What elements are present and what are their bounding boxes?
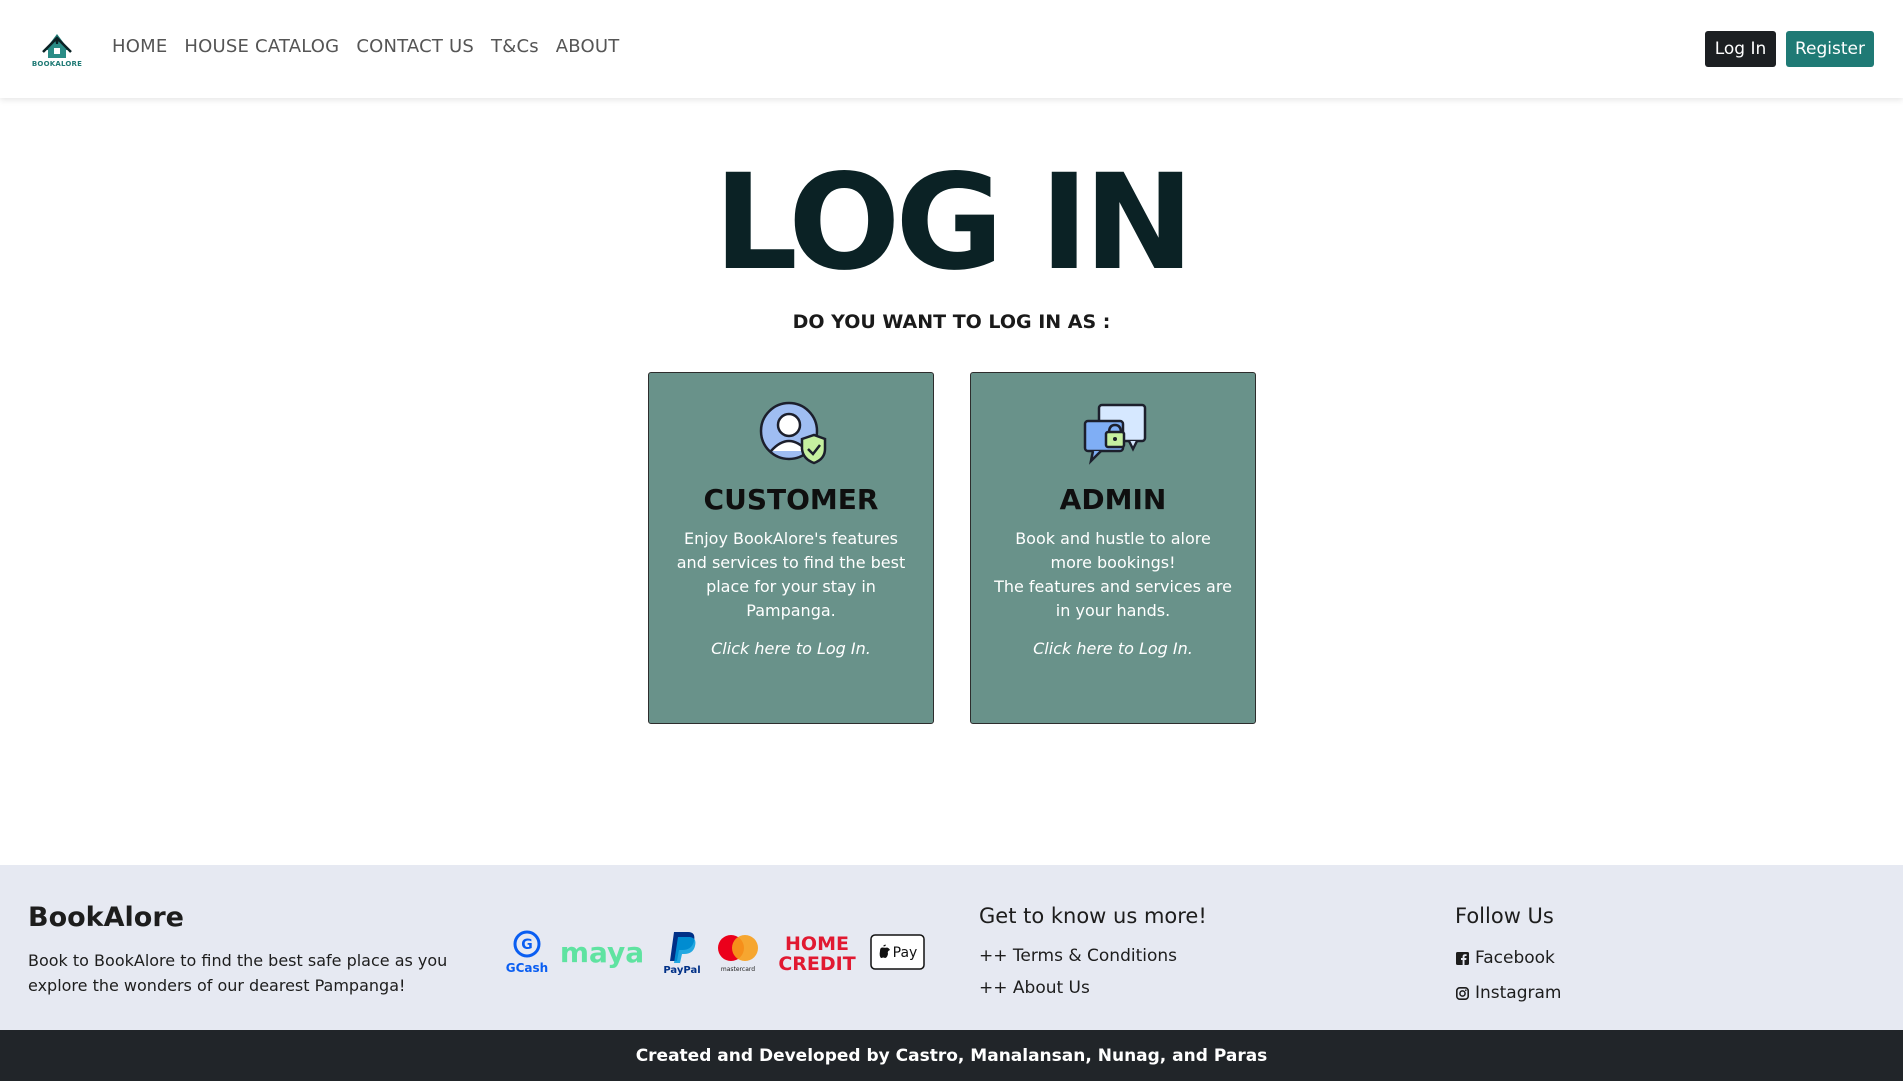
nav-links: HOME HOUSE CATALOG CONTACT US T&Cs ABOUT [112,36,619,57]
applepay-label: Pay [893,945,918,961]
admin-card-title: ADMIN [1059,483,1167,516]
applepay-logo: Pay [870,928,925,976]
chat-lock-icon [1083,403,1147,465]
nav-home[interactable]: HOME [112,36,167,57]
facebook-label: Facebook [1475,948,1555,968]
user-shield-icon [759,401,827,465]
homecredit-icon: HOME CREDIT [778,933,855,975]
footer-about-link[interactable]: ++ About Us [979,978,1090,998]
homecredit-line2: CREDIT [778,953,855,975]
footer-brand: BookAlore [28,902,184,933]
instagram-icon [1456,986,1469,1000]
bookalore-logo[interactable]: BOOKALORE [31,28,83,72]
login-button[interactable]: Log In [1705,31,1776,67]
navbar: BOOKALORE HOME HOUSE CATALOG CONTACT US … [0,0,1903,98]
customer-login-card[interactable]: CUSTOMER Enjoy BookAlore's features and … [648,372,934,724]
homecredit-line1: HOME [785,933,849,955]
maya-logo: maya [559,928,645,976]
homecredit-logo: HOME CREDIT [774,928,860,976]
house-logo-icon [42,34,72,58]
instagram-label: Instagram [1475,983,1562,1003]
customer-card-title: CUSTOMER [703,483,879,516]
footer-terms-link[interactable]: ++ Terms & Conditions [979,946,1177,966]
page-subtitle: DO YOU WANT TO LOG IN AS : [792,311,1111,333]
nav-terms[interactable]: T&Cs [491,36,539,57]
admin-login-link[interactable]: Click here to Log In. [971,639,1255,658]
credits-text: Created and Developed by Castro, Manalan… [635,1045,1268,1066]
maya-label: maya [559,935,645,969]
gcash-logo: G GCash [500,928,554,976]
credits-bar: Created and Developed by Castro, Manalan… [0,1030,1903,1081]
instagram-link[interactable]: Instagram [1456,983,1562,1003]
admin-login-card[interactable]: ADMIN Book and hustle to alore more book… [970,372,1256,724]
mastercard-label: mastercard [721,966,755,973]
footer-follow-heading: Follow Us [1455,904,1554,928]
paypal-label: PayPal [663,965,700,976]
logo-text: BOOKALORE [31,60,83,68]
mastercard-logo: mastercard [714,928,762,976]
footer-description: Book to BookAlore to find the best safe … [28,951,448,995]
page-title: LOG IN [713,146,1195,300]
paypal-logo: PayPal [660,928,704,976]
facebook-link[interactable]: Facebook [1456,948,1555,968]
paypal-icon: PayPal [663,932,701,976]
nav-about[interactable]: ABOUT [556,36,620,57]
svg-text:G: G [521,937,533,953]
admin-card-description: Book and hustle to alore more bookings! … [994,529,1232,620]
facebook-icon [1456,951,1469,965]
customer-card-description: Enjoy BookAlore's features and services … [676,529,906,620]
register-button[interactable]: Register [1786,31,1874,67]
mastercard-icon: mastercard [718,935,758,973]
gcash-label: GCash [506,961,548,975]
footer: BookAlore Book to BookAlore to find the … [0,865,1903,1030]
applepay-icon: Pay [870,934,925,970]
nav-house-catalog[interactable]: HOUSE CATALOG [184,36,339,57]
footer-more-heading: Get to know us more! [979,904,1207,928]
customer-login-link[interactable]: Click here to Log In. [649,639,933,658]
nav-contact-us[interactable]: CONTACT US [356,36,474,57]
gcash-icon: G GCash [506,930,548,975]
